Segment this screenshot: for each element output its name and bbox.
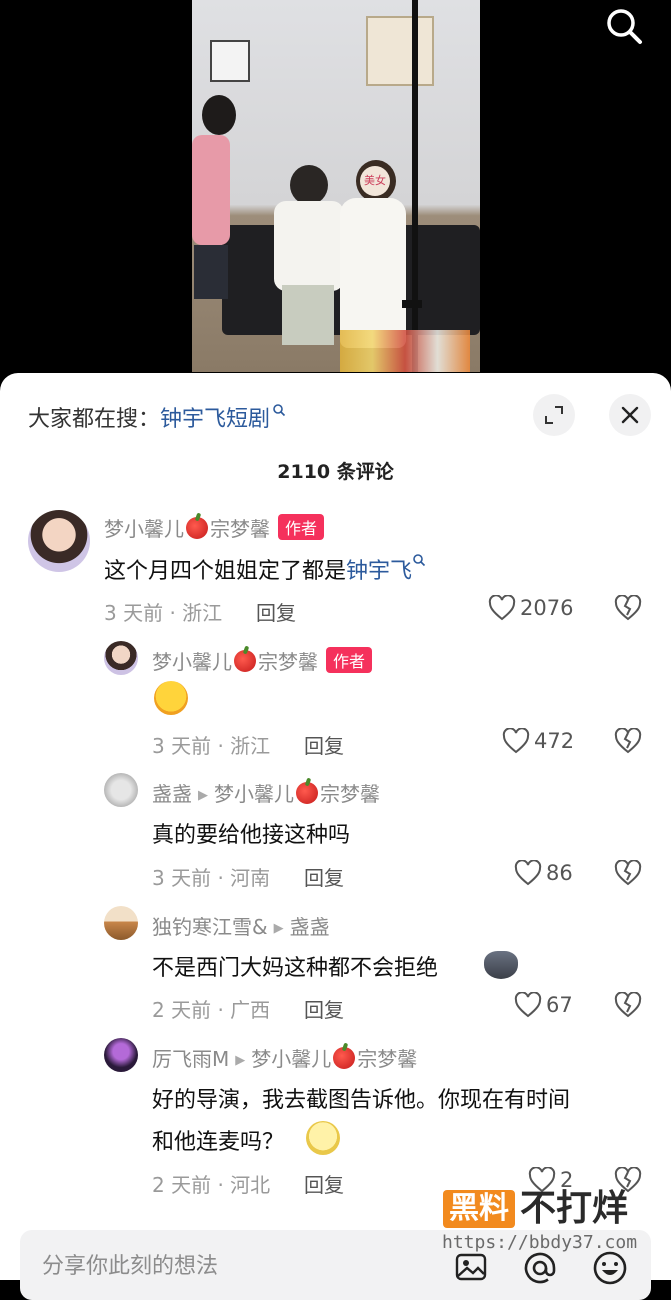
comment-meta: 3 天前 · 浙江 [104,601,223,625]
like-button[interactable]: 67 [514,991,573,1018]
person-actress: 美女 [338,160,408,350]
broken-heart-icon [614,594,642,621]
comment-meta: 3 天前 · 浙江 [152,734,271,758]
comment-text: 真的要给他接这种吗 [152,823,351,848]
author-badge: 作者 [326,647,373,673]
comment-username[interactable]: 梦小馨儿 宗梦馨 作者 [104,513,325,542]
avatar[interactable] [104,641,138,675]
close-button[interactable] [609,394,651,436]
expand-icon [545,406,563,424]
comment-count: 2110 条评论 [277,461,394,483]
like-button[interactable]: 472 [502,727,575,754]
watermark-badge: 黑料 [443,1190,515,1228]
apple-icon [186,517,208,539]
dislike-button[interactable] [614,991,642,1022]
face-sticker: 美女 [360,166,390,196]
comment-panel: 大家都在搜：钟宇飞短剧 2110 条评论 梦小馨儿 宗梦馨 作者 这个月四个姐姐定了… [0,373,671,1280]
hot-search-prefix: 大家都在搜： [28,407,161,432]
dislike-button[interactable] [614,859,642,890]
avatar[interactable] [104,906,138,940]
search-icon [413,554,426,567]
comment-username[interactable]: 独钓寒江雪& ▶ 盏盏 [152,911,330,940]
comment-username[interactable]: 梦小馨儿 宗梦馨 作者 [152,646,373,675]
avatar[interactable] [104,1038,138,1072]
comment-text: 好的导演，我去截图告诉他。你现在有时间 [152,1088,571,1113]
search-button[interactable] [602,4,646,48]
reply-button[interactable]: 回复 [256,597,296,626]
like-count: 67 [546,993,573,1017]
light-stand [412,0,418,372]
comment-text: 这个月四个姐姐定了都是钟宇飞 [104,553,426,585]
person-director [192,95,236,355]
apple-icon [333,1047,356,1069]
video-frame[interactable]: 美女 [192,0,480,372]
like-count: 472 [534,729,575,753]
reply-arrow-icon: ▶ [273,921,284,936]
avatar[interactable] [104,773,138,807]
reply-button[interactable]: 回复 [304,730,344,759]
wall-picture [366,16,434,86]
hot-search[interactable]: 大家都在搜：钟宇飞短剧 [28,401,286,433]
broken-heart-icon [614,859,642,886]
close-icon [621,406,639,424]
comment-username[interactable]: 厉飞雨M ▶ 梦小馨儿 宗梦馨 [152,1043,417,1072]
search-icon [273,404,286,417]
heart-icon [514,859,542,886]
comment-meta: 3 天前 · 河南 [152,866,271,890]
reply-arrow-icon: ▶ [235,1053,246,1068]
person-actor [274,165,344,345]
reply-button[interactable]: 回复 [304,862,344,891]
watermark-title: 不打烊 [520,1188,629,1229]
avatar[interactable] [28,510,90,572]
like-button[interactable]: 2076 [488,594,574,621]
comment-username[interactable]: 盏盏 ▶ 梦小馨儿 宗梦馨 [152,778,380,807]
broken-heart-icon [614,991,642,1018]
hot-search-keyword[interactable]: 钟宇飞短剧 [160,407,270,432]
comment-text-line2: 和他连麦吗？ [152,1130,285,1155]
like-count: 2076 [520,596,574,620]
expand-button[interactable] [533,394,575,436]
broken-heart-icon [614,727,642,754]
dislike-button[interactable] [614,727,642,758]
reply-button[interactable]: 回复 [304,994,344,1023]
watermark-url: https://bbdy37.com [442,1232,638,1253]
wall-picture [210,40,250,82]
heart-icon [488,594,516,621]
laughing-crying-emoji [154,681,188,715]
comment-text: 不是西门大妈这种都不会拒绝 [152,956,439,981]
watermark: 黑料 不打烊 https://bbdy37.com [440,1188,671,1258]
like-button[interactable]: 86 [514,859,573,886]
snacks [340,330,470,372]
dislike-button[interactable] [614,594,642,625]
search-icon [607,9,642,44]
video-player[interactable]: 美女 [0,0,671,380]
apple-icon [296,782,318,804]
comment-meta: 2 天前 · 河北 [152,1173,271,1197]
reply-arrow-icon: ▶ [198,788,208,803]
like-count: 86 [546,861,573,885]
comment-keyword-link[interactable]: 钟宇飞 [346,559,412,584]
comment-meta: 2 天前 · 广西 [152,998,271,1022]
heart-icon [502,727,530,754]
heart-icon [514,991,542,1018]
comment-input-placeholder: 分享你此刻的想法 [42,1254,219,1279]
reply-button[interactable]: 回复 [304,1169,344,1198]
nerd-emoji [306,1121,340,1155]
apple-icon [234,650,256,672]
author-badge: 作者 [278,514,325,540]
wolf-emoji [484,951,518,979]
